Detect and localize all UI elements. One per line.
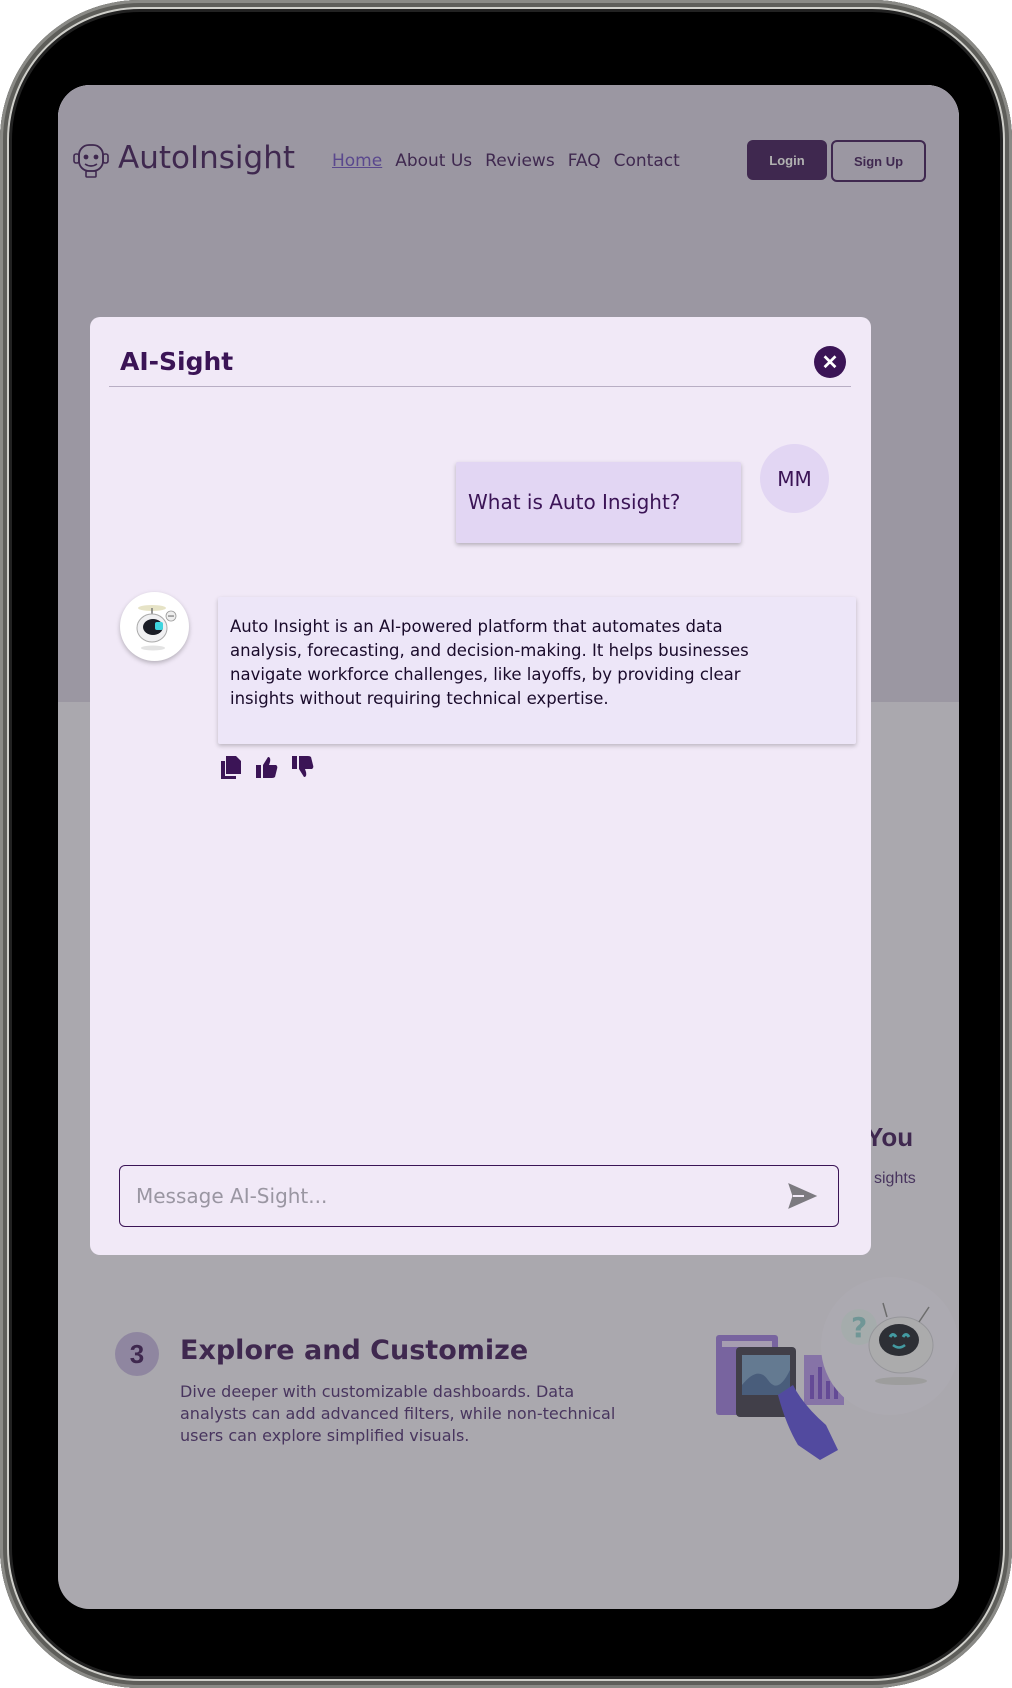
close-icon: ✕ <box>821 351 839 374</box>
bot-avatar <box>120 592 189 661</box>
header-divider <box>109 386 851 387</box>
bot-message-text: Auto Insight is an AI-powered platform t… <box>230 617 749 708</box>
message-actions <box>219 754 315 780</box>
close-button[interactable]: ✕ <box>814 346 846 378</box>
user-message-text: What is Auto Insight? <box>468 490 681 514</box>
copy-icon[interactable] <box>219 754 243 780</box>
screen: AutoInsight Home About Us Reviews FAQ Co… <box>58 85 959 1609</box>
phone-frame: AutoInsight Home About Us Reviews FAQ Co… <box>0 0 1012 1688</box>
robot-avatar-icon <box>136 605 177 651</box>
send-icon[interactable] <box>786 1180 818 1212</box>
user-avatar: MM <box>760 444 829 513</box>
bot-message-bubble: Auto Insight is an AI-powered platform t… <box>218 597 856 744</box>
message-input[interactable] <box>134 1178 758 1214</box>
message-input-container <box>119 1165 839 1227</box>
thumbs-up-icon[interactable] <box>255 754 279 780</box>
thumbs-down-icon[interactable] <box>291 754 315 780</box>
user-message-bubble: What is Auto Insight? <box>456 462 741 543</box>
chat-dialog: AI-Sight ✕ What is Auto Insight? MM Auto… <box>90 317 871 1255</box>
chat-title: AI-Sight <box>120 347 234 376</box>
